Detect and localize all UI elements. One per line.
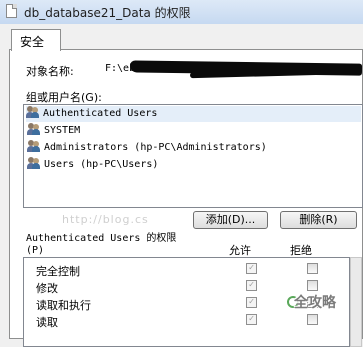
- allow-checkbox[interactable]: ✓: [246, 263, 257, 274]
- user-group-icon: [27, 123, 41, 135]
- object-name-label: 对象名称:: [26, 65, 74, 78]
- watermark: http://blog.cs: [62, 213, 149, 226]
- permission-name: 修改: [36, 282, 58, 295]
- allow-column-header: 允许: [229, 244, 251, 257]
- permissions-title-line1: Authenticated Users 的权限: [26, 233, 177, 244]
- title-bar: db_database21_Data 的权限: [0, 0, 363, 25]
- user-item-label: Authenticated Users: [43, 108, 158, 119]
- user-list[interactable]: Authenticated Users SYSTEM Administrator…: [23, 104, 363, 208]
- user-item-system[interactable]: SYSTEM: [27, 123, 80, 139]
- tab-strip: 安全: [0, 24, 363, 51]
- permission-row-read: 读取 ✓: [24, 312, 349, 329]
- user-group-icon: [27, 140, 41, 152]
- allow-checkbox[interactable]: ✓: [246, 314, 257, 325]
- document-icon: [6, 4, 17, 18]
- user-group-icon: [27, 157, 41, 169]
- permissions-title: Authenticated Users 的权限 (P): [26, 233, 226, 257]
- user-item-users[interactable]: Users (hp-PC\Users): [27, 157, 158, 173]
- group-user-label: 组或用户名(G):: [26, 91, 102, 104]
- deny-checkbox[interactable]: [307, 263, 318, 274]
- deny-checkbox[interactable]: [307, 314, 318, 325]
- allow-checkbox[interactable]: ✓: [246, 280, 257, 291]
- allow-checkbox[interactable]: ✓: [246, 297, 257, 308]
- permissions-title-line2: (P): [26, 245, 45, 256]
- window-title: db_database21_Data 的权限: [24, 6, 191, 20]
- user-item-label: Users (hp-PC\Users): [44, 159, 159, 170]
- user-group-icon: [26, 106, 40, 118]
- deny-column-header: 拒绝: [290, 244, 312, 257]
- user-item-authenticated-users[interactable]: Authenticated Users: [26, 106, 361, 122]
- remove-button[interactable]: 删除(R): [280, 211, 357, 229]
- permission-name: 读取和执行: [36, 299, 91, 312]
- brand-watermark: 全攻略: [294, 295, 336, 311]
- add-button[interactable]: 添加(D)...: [193, 211, 268, 229]
- permission-scrollbar[interactable]: [350, 257, 362, 347]
- user-item-label: SYSTEM: [44, 125, 81, 136]
- permission-row-full-control: 完全控制 ✓: [24, 261, 349, 278]
- user-item-label: Administrators (hp-PC\Administrators): [44, 142, 267, 153]
- user-item-administrators[interactable]: Administrators (hp-PC\Administrators): [27, 140, 267, 156]
- permission-name: 完全控制: [36, 265, 80, 278]
- deny-checkbox[interactable]: [307, 280, 318, 291]
- tab-security[interactable]: 安全: [11, 29, 61, 51]
